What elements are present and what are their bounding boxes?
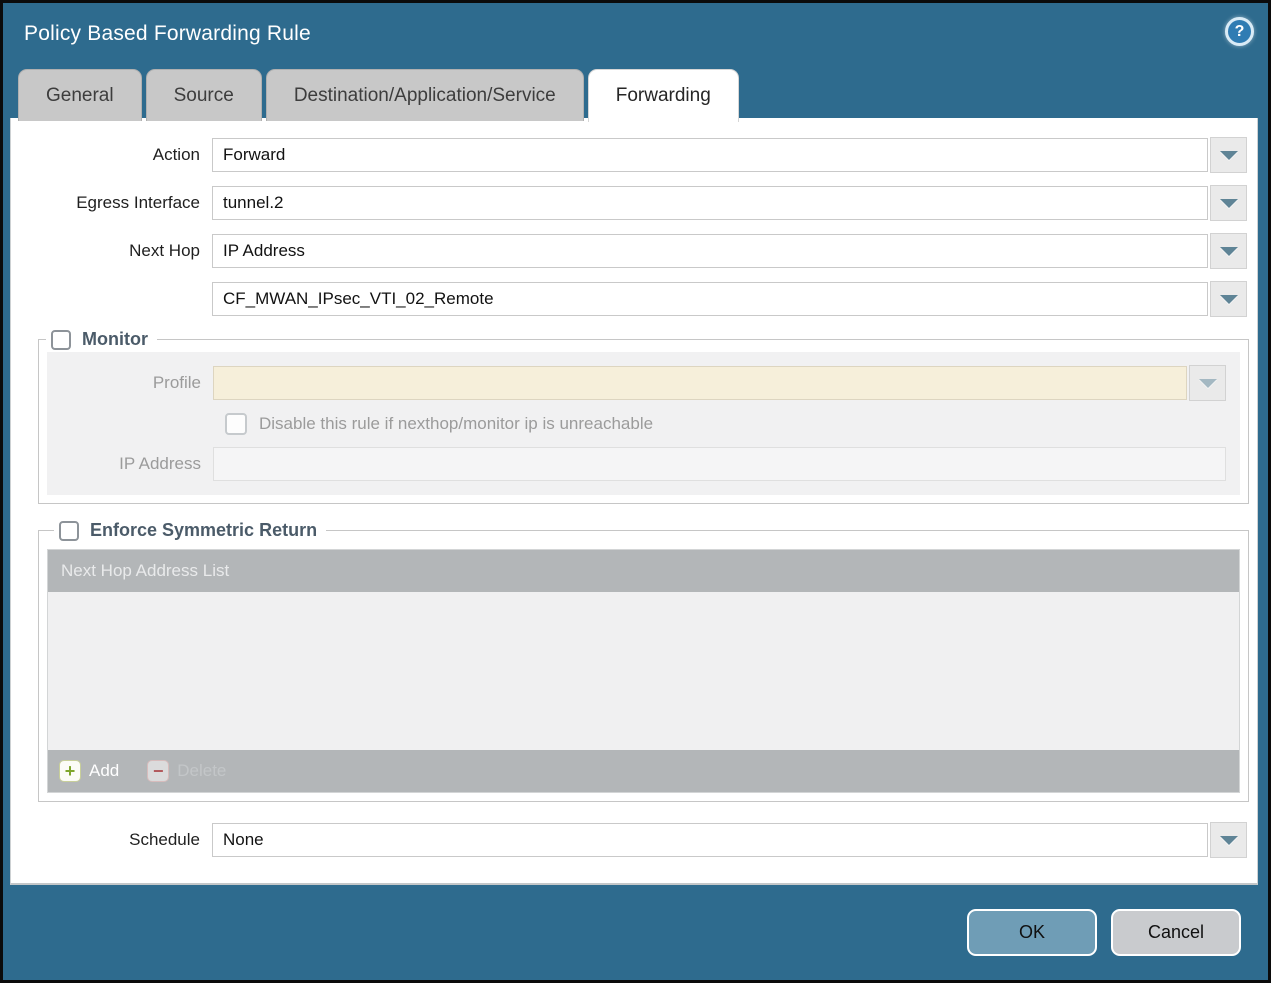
profile-select	[213, 366, 1187, 400]
next-hop-address-list-table: Next Hop Address List + Add − Delete	[47, 549, 1240, 793]
chevron-down-icon	[1199, 379, 1217, 388]
next-hop-row: Next Hop IP Address	[11, 233, 1247, 269]
chevron-down-icon	[1220, 199, 1238, 208]
monitor-checkbox[interactable]	[51, 330, 71, 350]
minus-icon: −	[147, 760, 169, 782]
tab-destination-application-service[interactable]: Destination/Application/Service	[266, 69, 584, 121]
next-hop-address-dropdown-button[interactable]	[1210, 281, 1247, 317]
chevron-down-icon	[1220, 151, 1238, 160]
enforce-legend-label: Enforce Symmetric Return	[90, 520, 317, 541]
monitor-legend: Monitor	[46, 329, 157, 350]
dialog-footer: OK Cancel	[3, 885, 1268, 980]
dialog-window: Policy Based Forwarding Rule ? General S…	[3, 3, 1268, 980]
tab-source[interactable]: Source	[146, 69, 262, 121]
schedule-dropdown-button[interactable]	[1210, 822, 1247, 858]
enforce-symmetric-return-checkbox[interactable]	[59, 521, 79, 541]
disable-rule-label: Disable this rule if nexthop/monitor ip …	[259, 414, 653, 434]
chevron-down-icon	[1220, 295, 1238, 304]
next-hop-dropdown-button[interactable]	[1210, 233, 1247, 269]
enforce-legend: Enforce Symmetric Return	[54, 520, 326, 541]
profile-label: Profile	[47, 373, 213, 393]
add-button[interactable]: + Add	[59, 760, 119, 782]
egress-interface-dropdown-button[interactable]	[1210, 185, 1247, 221]
tab-forwarding[interactable]: Forwarding	[588, 69, 739, 122]
monitor-group: Monitor Profile Disable this rule if nex…	[38, 329, 1249, 504]
chevron-down-icon	[1220, 247, 1238, 256]
chevron-down-icon	[1220, 836, 1238, 845]
egress-interface-label: Egress Interface	[11, 193, 212, 213]
disable-rule-checkbox	[225, 413, 247, 435]
monitor-ip-row: IP Address	[47, 447, 1226, 481]
monitor-fields: Profile Disable this rule if nexthop/mon…	[47, 352, 1240, 495]
next-hop-address-input[interactable]: CF_MWAN_IPsec_VTI_02_Remote	[212, 282, 1208, 316]
action-row: Action Forward	[11, 137, 1247, 173]
delete-button-label: Delete	[177, 761, 226, 781]
forwarding-tab-content: Action Forward Egress Interface tunnel.2…	[10, 118, 1258, 885]
profile-row: Profile	[47, 365, 1226, 401]
tab-bar: General Source Destination/Application/S…	[18, 69, 1253, 121]
ok-button[interactable]: OK	[967, 909, 1097, 956]
delete-button: − Delete	[147, 760, 226, 782]
dialog-title: Policy Based Forwarding Rule	[24, 22, 311, 46]
monitor-legend-label: Monitor	[82, 329, 148, 350]
action-label: Action	[11, 145, 212, 165]
action-dropdown-button[interactable]	[1210, 137, 1247, 173]
egress-interface-row: Egress Interface tunnel.2	[11, 185, 1247, 221]
action-select[interactable]: Forward	[212, 138, 1208, 172]
disable-rule-row: Disable this rule if nexthop/monitor ip …	[225, 413, 1226, 435]
next-hop-address-list-body[interactable]	[48, 592, 1239, 750]
egress-interface-select[interactable]: tunnel.2	[212, 186, 1208, 220]
help-icon[interactable]: ?	[1225, 17, 1254, 46]
tab-general[interactable]: General	[18, 69, 142, 121]
schedule-row: Schedule None	[11, 822, 1247, 858]
monitor-ip-input	[213, 447, 1226, 481]
next-hop-address-list-toolbar: + Add − Delete	[48, 750, 1239, 792]
next-hop-type-select[interactable]: IP Address	[212, 234, 1208, 268]
schedule-select[interactable]: None	[212, 823, 1208, 857]
schedule-label: Schedule	[11, 830, 212, 850]
plus-icon: +	[59, 760, 81, 782]
next-hop-label: Next Hop	[11, 241, 212, 261]
add-button-label: Add	[89, 761, 119, 781]
profile-dropdown-button	[1189, 365, 1226, 401]
next-hop-address-list-header: Next Hop Address List	[48, 550, 1239, 592]
monitor-ip-label: IP Address	[47, 454, 213, 474]
next-hop-address-row: CF_MWAN_IPsec_VTI_02_Remote	[11, 281, 1247, 317]
cancel-button[interactable]: Cancel	[1111, 909, 1241, 956]
enforce-symmetric-return-group: Enforce Symmetric Return Next Hop Addres…	[38, 520, 1249, 802]
